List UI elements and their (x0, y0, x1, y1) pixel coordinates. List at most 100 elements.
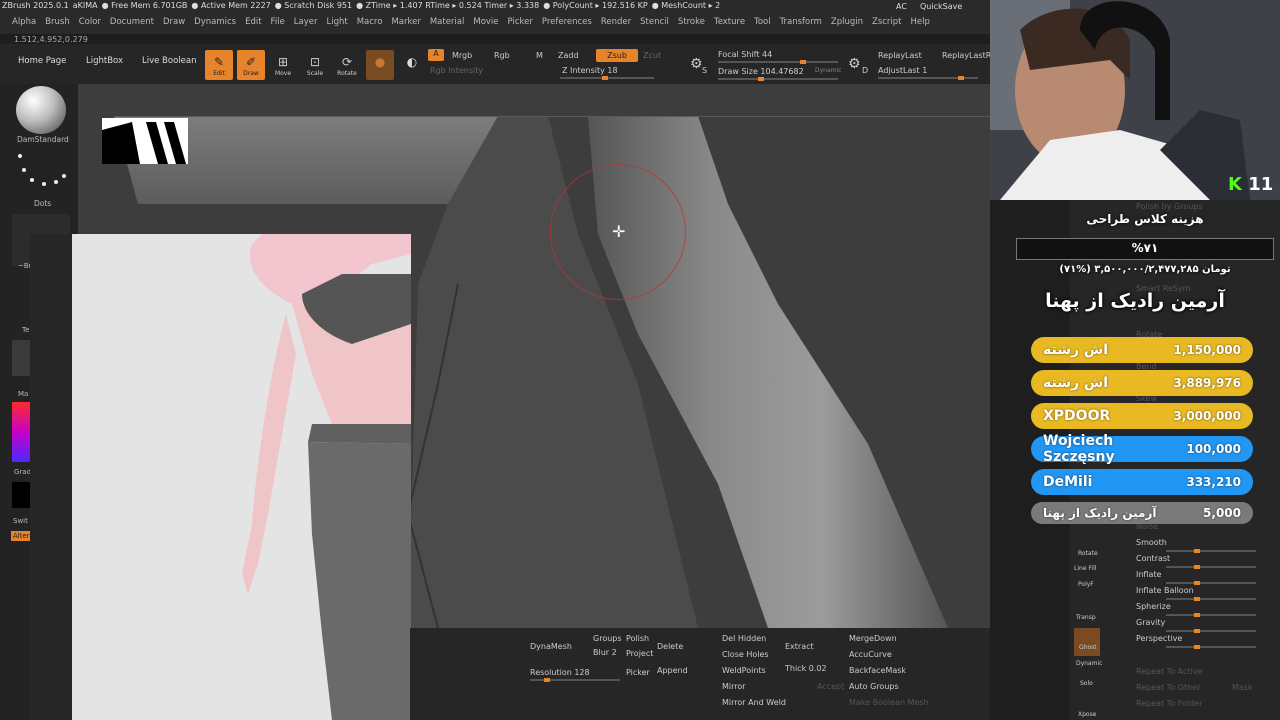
menu-help[interactable]: Help (911, 17, 930, 31)
menu-edit[interactable]: Edit (245, 17, 261, 31)
live-boolean-button[interactable]: Live Boolean (142, 56, 196, 66)
alternate-button[interactable]: Alter (11, 531, 32, 541)
polish-toggle[interactable]: Polish (626, 634, 649, 643)
resolution-slider[interactable]: Resolution 128 (530, 668, 590, 677)
zsub-toggle[interactable]: Zsub (596, 49, 638, 62)
gravity-deformer[interactable]: Gravity (1136, 618, 1165, 627)
material-swatch-button[interactable]: ● (366, 50, 394, 80)
dynamesh-button[interactable]: DynaMesh (530, 642, 572, 651)
transp-button[interactable]: Transp (1076, 614, 1096, 621)
switch-color-label[interactable]: Swit (13, 517, 28, 525)
auto-groups-button[interactable]: Auto Groups (849, 682, 899, 691)
lightbox-button[interactable]: LightBox (86, 56, 123, 66)
scale-button[interactable]: ⊡ Scale (301, 50, 329, 80)
menu-layer[interactable]: Layer (294, 17, 318, 31)
smooth-slider[interactable] (1166, 549, 1256, 553)
rgb-intensity-slider[interactable]: Rgb Intensity (430, 66, 483, 75)
rotate-view-button[interactable]: Rotate (1078, 550, 1098, 557)
project-toggle[interactable]: Project (626, 649, 653, 658)
z-intensity-slider[interactable]: Z Intensity 18 (562, 66, 618, 75)
zadd-toggle[interactable]: Zadd (558, 51, 579, 60)
menu-macro[interactable]: Macro (357, 17, 383, 31)
menu-light[interactable]: Light (326, 17, 347, 31)
repeat-to-other-button[interactable]: Repeat To Other (1136, 683, 1200, 692)
quicksave-button[interactable]: QuickSave (920, 2, 962, 11)
menu-texture[interactable]: Texture (714, 17, 745, 31)
gravity-slider[interactable] (1166, 629, 1256, 633)
m-toggle[interactable]: M (536, 51, 543, 60)
menu-picker[interactable]: Picker (508, 17, 533, 31)
inflate-slider[interactable] (1166, 581, 1256, 585)
smooth-deformer[interactable]: Smooth (1136, 538, 1167, 547)
groups-toggle[interactable]: Groups (593, 634, 622, 643)
contrast-deformer[interactable]: Contrast (1136, 554, 1170, 563)
accept-button[interactable]: Accept (817, 682, 844, 691)
perspective-deformer[interactable]: Perspective (1136, 634, 1182, 643)
ghost-button[interactable]: Ghost (1074, 628, 1100, 656)
mirror-button[interactable]: Mirror (722, 682, 746, 691)
close-holes-button[interactable]: Close Holes (722, 650, 769, 659)
focal-shift-track[interactable] (718, 60, 838, 64)
spherize-deformer[interactable]: Spherize (1136, 602, 1171, 611)
draw-size-slider[interactable]: Draw Size 104.47682 (718, 67, 804, 76)
menu-transform[interactable]: Transform (780, 17, 822, 31)
replay-last-button[interactable]: ReplayLast (878, 51, 922, 60)
rgb-toggle[interactable]: Rgb (494, 51, 510, 60)
d-toggle[interactable]: D (862, 66, 868, 75)
resolution-track[interactable] (530, 678, 620, 682)
draw-button[interactable]: ✐ Draw (237, 50, 265, 80)
contrast-slider[interactable] (1166, 565, 1256, 569)
blur-slider[interactable]: Blur 2 (593, 648, 617, 657)
mask-toggle[interactable]: Mask (1232, 683, 1253, 692)
extract-button[interactable]: Extract (785, 642, 814, 651)
inflate-deformer[interactable]: Inflate (1136, 570, 1161, 579)
z-intensity-track[interactable] (560, 76, 654, 80)
menu-movie[interactable]: Movie (473, 17, 498, 31)
mirror-and-weld-button[interactable]: Mirror And Weld (722, 698, 786, 707)
menu-tool[interactable]: Tool (754, 17, 771, 31)
menu-brush[interactable]: Brush (45, 17, 70, 31)
stroke-thumbnail[interactable] (12, 148, 70, 202)
append-button[interactable]: Append (657, 666, 688, 675)
menu-material[interactable]: Material (430, 17, 465, 31)
del-hidden-button[interactable]: Del Hidden (722, 634, 766, 643)
color-swatch[interactable] (12, 482, 32, 508)
menu-zscript[interactable]: Zscript (872, 17, 902, 31)
brush-thumbnail[interactable] (16, 86, 66, 134)
menu-file[interactable]: File (271, 17, 285, 31)
gear-icon[interactable]: ⚙ (690, 56, 703, 72)
xpose-button[interactable]: Xpose (1078, 711, 1096, 718)
adjust-last-track[interactable] (878, 76, 978, 80)
accucurve-toggle[interactable]: AccuCurve (849, 650, 892, 659)
color-picker[interactable] (12, 402, 32, 462)
polyf-button[interactable]: PolyF (1078, 581, 1094, 588)
adjust-last-slider[interactable]: AdjustLast 1 (878, 66, 927, 75)
material-preview-button[interactable]: ◐ (398, 50, 426, 80)
repeat-to-active-button[interactable]: Repeat To Active (1136, 667, 1202, 676)
repeat-to-folder-button[interactable]: Repeat To Folder (1136, 699, 1202, 708)
solo-button[interactable]: Solo (1080, 680, 1093, 687)
menu-alpha[interactable]: Alpha (12, 17, 36, 31)
backface-mask-toggle[interactable]: BackfaceMask (849, 666, 906, 675)
material-thumbnail[interactable] (12, 340, 32, 376)
s-toggle[interactable]: S (702, 66, 707, 75)
thick-slider[interactable]: Thick 0.02 (785, 664, 827, 673)
perspective-slider[interactable] (1166, 645, 1256, 649)
merge-down-button[interactable]: MergeDown (849, 634, 897, 643)
weld-points-button[interactable]: WeldPoints (722, 666, 766, 675)
make-boolean-mesh-button[interactable]: Make Boolean Mesh (849, 698, 929, 707)
menu-zplugin[interactable]: Zplugin (831, 17, 863, 31)
dynamic-view-button[interactable]: Dynamic (1076, 660, 1102, 667)
spherize-slider[interactable] (1166, 613, 1256, 617)
picker-button[interactable]: Picker (626, 668, 650, 677)
menu-stroke[interactable]: Stroke (678, 17, 705, 31)
inflate-balloon-slider[interactable] (1166, 597, 1256, 601)
line-fill-button[interactable]: Line Fill (1074, 565, 1096, 572)
dynamic-toggle[interactable]: Dynamic (815, 67, 841, 74)
inflate-balloon-deformer[interactable]: Inflate Balloon (1136, 586, 1194, 595)
menu-document[interactable]: Document (110, 17, 154, 31)
menu-dynamics[interactable]: Dynamics (194, 17, 236, 31)
settings-icon[interactable]: ⚙ (848, 56, 861, 72)
a-toggle[interactable]: A (428, 49, 444, 61)
delete-button[interactable]: Delete (657, 642, 683, 651)
